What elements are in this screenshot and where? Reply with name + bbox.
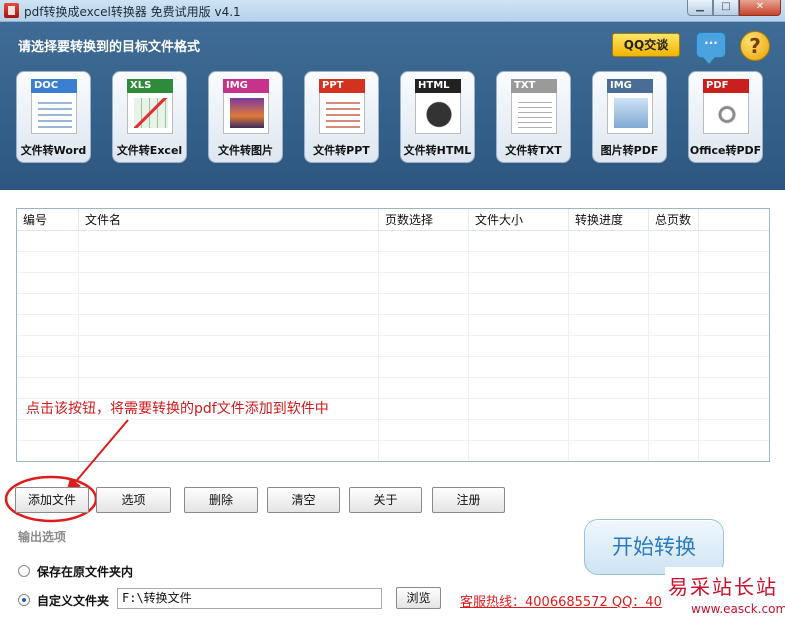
radio-original-folder[interactable] xyxy=(18,565,30,577)
add-file-button[interactable]: 添加文件 xyxy=(15,487,89,513)
delete-button[interactable]: 删除 xyxy=(184,487,258,513)
about-button[interactable]: 关于 xyxy=(349,487,422,513)
clear-button[interactable]: 清空 xyxy=(267,487,340,513)
options-button[interactable]: 选项 xyxy=(96,487,171,513)
browse-button[interactable]: 浏览 xyxy=(396,587,441,609)
site-watermark: 易采站长站 www.easck.com xyxy=(665,567,785,625)
output-path-input[interactable]: F:\转换文件 xyxy=(117,588,382,609)
output-options-title: 输出选项 xyxy=(18,530,67,544)
arrow-line xyxy=(71,419,129,487)
watermark-title: 易采站长站 xyxy=(668,575,778,599)
custom-folder-label[interactable]: 自定义文件夹 xyxy=(37,592,109,609)
original-folder-label[interactable]: 保存在原文件夹内 xyxy=(37,563,133,580)
register-button[interactable]: 注册 xyxy=(432,487,505,513)
watermark-url: www.easck.com xyxy=(691,602,785,616)
support-hotline-link[interactable]: 客服热线：4006685572 QQ：40 xyxy=(460,591,662,610)
radio-custom-folder[interactable] xyxy=(18,594,30,606)
